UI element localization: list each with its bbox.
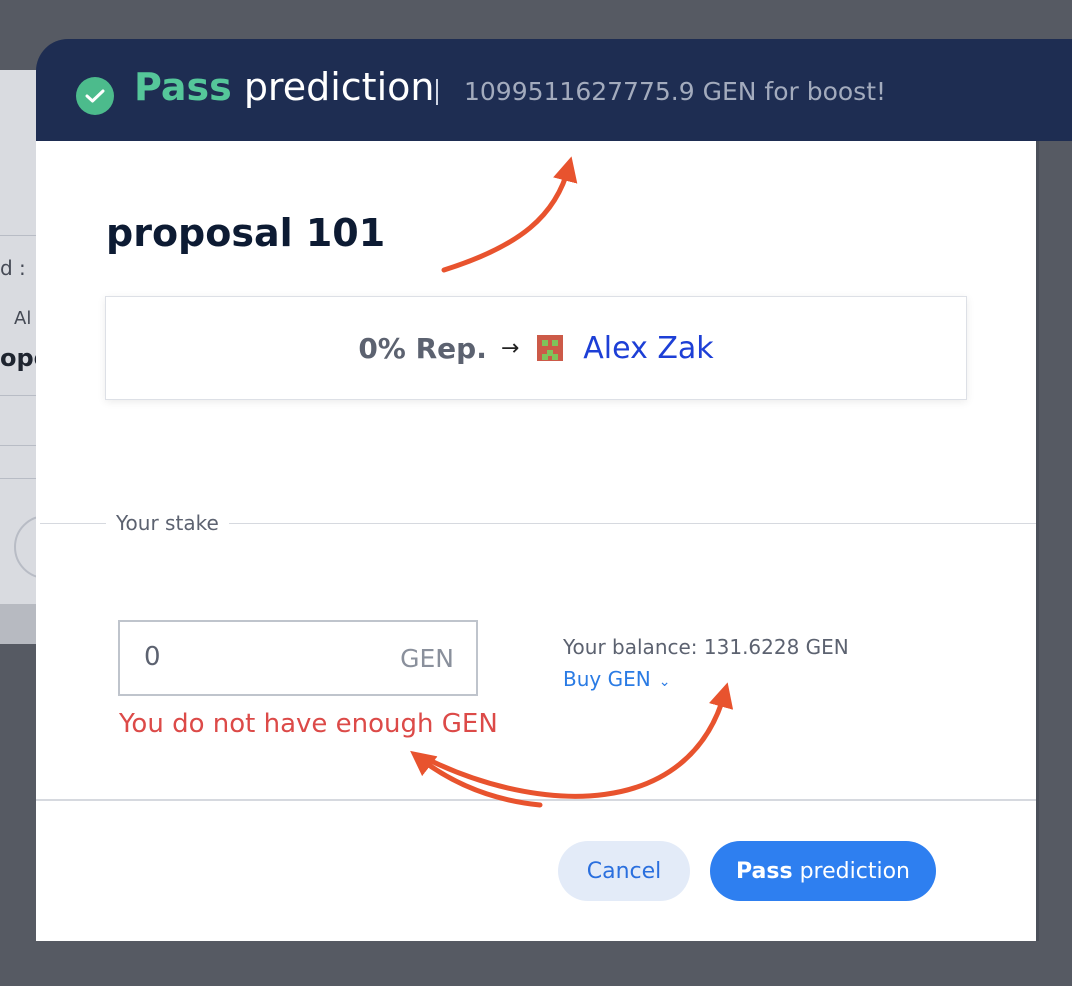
stake-unit: GEN — [400, 644, 454, 673]
pass-button-rest: prediction — [799, 858, 910, 884]
boost-amount: 1099511627775.9 GEN for boost! — [464, 77, 887, 106]
stake-input[interactable] — [144, 642, 364, 672]
background-divider — [0, 478, 40, 479]
title-pass-word: Pass — [134, 65, 232, 109]
reputation-card: 0% Rep. → Alex Zak — [105, 296, 967, 400]
pixel-avatar-icon — [537, 335, 564, 361]
header-separator — [436, 79, 438, 105]
cancel-button[interactable]: Cancel — [558, 841, 690, 901]
stake-section-label: Your stake — [106, 511, 229, 535]
buy-gen-label: Buy GEN — [563, 667, 651, 691]
stake-modal: Pass prediction 1099511627775.9 GEN for … — [36, 39, 1072, 941]
reputation-percent: 0% Rep. — [358, 331, 487, 365]
background-strip — [0, 604, 40, 644]
check-circle-icon — [76, 77, 114, 115]
pass-prediction-button[interactable]: Pass prediction — [710, 841, 936, 901]
modal-title: Pass prediction — [134, 65, 434, 109]
background-text: d : — [0, 256, 26, 280]
modal-body: proposal 101 0% Rep. → Alex Zak Your sta… — [36, 141, 1039, 941]
background-divider — [0, 235, 40, 236]
title-rest: prediction — [243, 65, 435, 109]
proposal-title: proposal 101 — [106, 211, 386, 255]
modal-header: Pass prediction 1099511627775.9 GEN for … — [36, 39, 1072, 141]
stake-error-message: You do not have enough GEN — [119, 709, 498, 739]
footer-divider — [36, 799, 1036, 801]
background-divider — [0, 445, 40, 446]
recipient-link[interactable]: Alex Zak — [583, 331, 713, 366]
pass-button-bold: Pass — [736, 858, 793, 884]
chevron-down-icon: ⌄ — [658, 674, 671, 690]
background-text: Al — [14, 308, 32, 329]
buy-gen-dropdown[interactable]: Buy GEN ⌄ — [563, 667, 670, 691]
stake-field[interactable]: GEN — [118, 620, 478, 696]
balance-text: Your balance: 131.6228 GEN — [563, 635, 849, 659]
arrow-right-icon: → — [500, 335, 520, 361]
background-divider — [0, 395, 40, 396]
